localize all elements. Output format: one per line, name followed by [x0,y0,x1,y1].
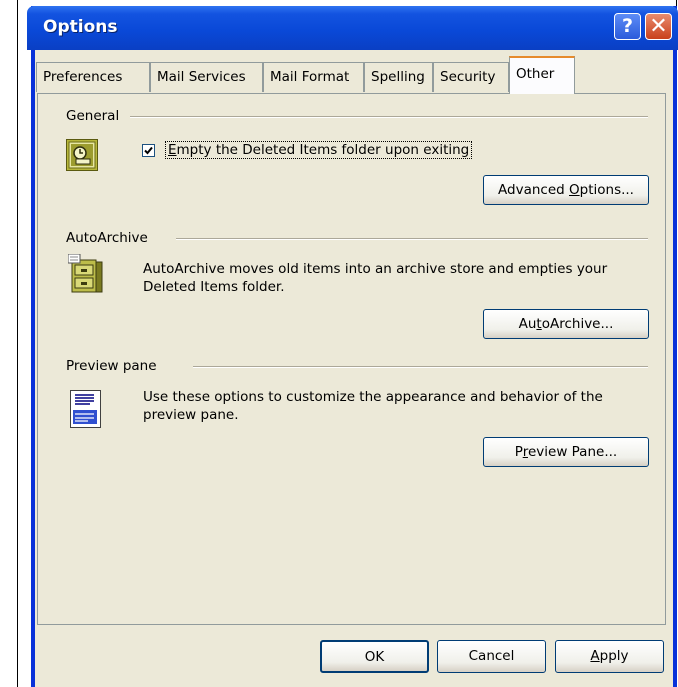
preview-heading: Preview pane [66,358,165,374]
tab-mail-services[interactable]: Mail Services [150,62,263,92]
autoarchive-separator [176,238,648,240]
preview-description-line2: preview pane. [143,407,239,423]
autoarchive-description-line1: AutoArchive moves old items into an arch… [143,261,608,277]
close-button[interactable]: ✕ [645,13,672,40]
advanced-options-button[interactable]: Advanced Options... [483,175,649,205]
tab-other[interactable]: Other [509,56,575,94]
tab-security[interactable]: Security [433,62,509,92]
title-bar[interactable]: Options ? ✕ [27,6,678,50]
preview-description-line1: Use these options to customize the appea… [143,389,603,405]
filing-cabinet-icon [67,253,104,294]
tab-spelling[interactable]: Spelling [364,62,433,92]
empty-deleted-checkbox[interactable] [142,144,155,157]
dialog-title: Options [43,17,118,37]
general-separator [130,116,648,118]
cancel-button[interactable]: Cancel [437,640,546,673]
autoarchive-description-line2: Deleted Items folder. [143,279,285,295]
autoarchive-heading: AutoArchive [66,230,156,246]
apply-button[interactable]: Apply [555,640,664,673]
other-tab-panel: General Empty the Deleted Items folder u… [37,93,666,625]
preview-separator [193,366,648,368]
outlook-options-icon [66,139,98,171]
preview-pane-icon [70,390,102,428]
general-heading: General [66,108,128,124]
ok-button[interactable]: OK [320,640,429,673]
empty-deleted-label[interactable]: Empty the Deleted Items folder upon exit… [165,141,473,159]
autoarchive-button[interactable]: AutoArchive... [483,309,649,339]
help-button[interactable]: ? [614,13,641,40]
tab-preferences[interactable]: Preferences [36,62,150,92]
tab-mail-format[interactable]: Mail Format [263,62,364,92]
preview-pane-button[interactable]: Preview Pane... [483,437,649,467]
